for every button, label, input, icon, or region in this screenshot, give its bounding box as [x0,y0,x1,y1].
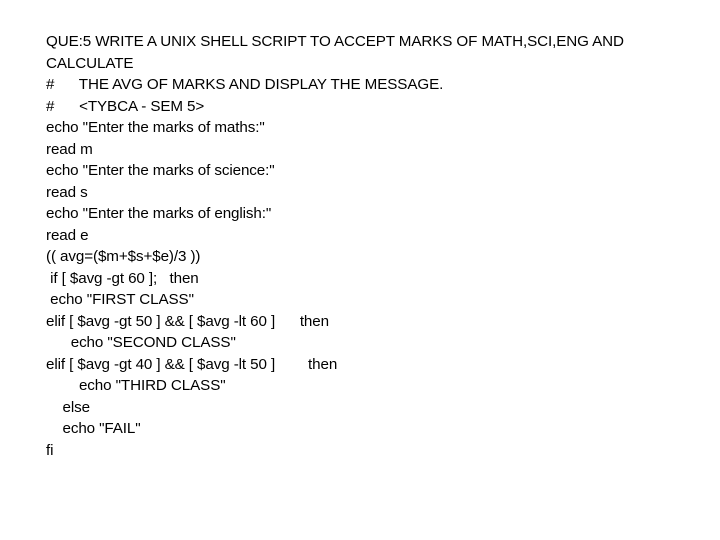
code-line-echo-third-class: echo "THIRD CLASS" [46,377,226,394]
code-line-if-first-class: if [ $avg -gt 60 ]; then [46,269,199,287]
shell-script-code-block: QUE:5 WRITE A UNIX SHELL SCRIPT TO ACCEP… [46,31,686,461]
code-line-echo-prompt-english: echo "Enter the marks of english:" [46,205,272,222]
code-line-read-m: read m [46,140,93,158]
code-line-elif-second-class: elif [ $avg -gt 50 ] && [ $avg -lt 60 ] … [46,312,329,330]
code-line-read-s: read s [46,183,88,201]
code-line-elif-third-class: elif [ $avg -gt 40 ] && [ $avg -lt 50 ] … [46,355,338,373]
code-line-question-title-2: CALCULATE [46,54,134,72]
code-line-echo-prompt-science: echo "Enter the marks of science:" [46,162,275,179]
code-line-question-title-1: QUE:5 WRITE A UNIX SHELL SCRIPT TO ACCEP… [46,33,624,50]
code-line-read-e: read e [46,226,89,244]
code-line-fi: fi [46,441,54,459]
code-line-echo-fail: echo "FAIL" [46,420,141,437]
code-line-echo-second-class: echo "SECOND CLASS" [46,334,236,351]
code-line-comment-avg-message: # THE AVG OF MARKS AND DISPLAY THE MESSA… [46,76,444,93]
code-line-else: else [46,398,90,416]
code-line-avg-calculation: (( avg=($m+$s+$e)/3 )) [46,248,201,265]
slide-canvas: QUE:5 WRITE A UNIX SHELL SCRIPT TO ACCEP… [0,0,720,540]
code-line-comment-course-tag: # <TYBCA - SEM 5> [46,97,205,115]
code-line-echo-prompt-maths: echo "Enter the marks of maths:" [46,119,265,136]
code-line-echo-first-class: echo "FIRST CLASS" [46,291,194,308]
